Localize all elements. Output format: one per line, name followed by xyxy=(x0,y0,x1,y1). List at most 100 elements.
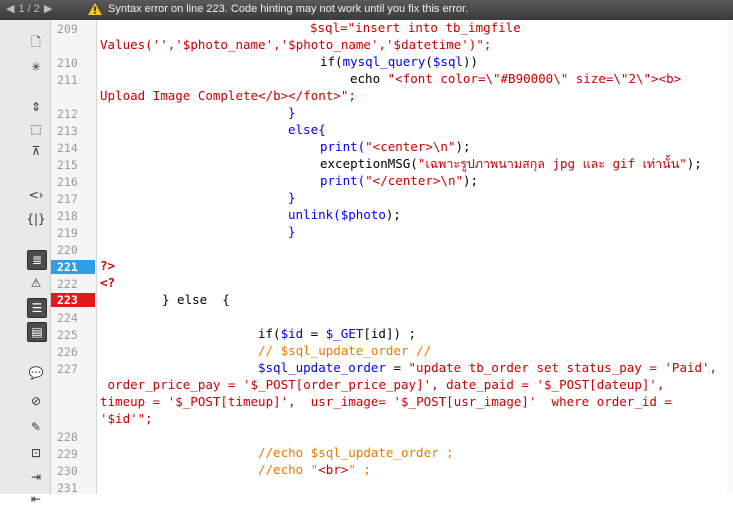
next-arrow-icon[interactable]: ▶ xyxy=(44,3,52,15)
code-token: ); xyxy=(686,156,702,171)
code-token: if( xyxy=(320,54,343,69)
syntax-coloring-icon[interactable]: ☰ xyxy=(27,298,47,318)
code-token: Values('',' xyxy=(100,37,183,52)
code-token: $sql xyxy=(432,54,464,69)
line-number: 215 xyxy=(57,158,78,172)
code-token: [id]) ; xyxy=(363,326,417,341)
page-indicator: 1 / 2 xyxy=(18,3,40,15)
code-token: "update tb_order set status_pay = 'Paid'… xyxy=(408,360,718,375)
prev-arrow-icon[interactable]: ◀ xyxy=(6,3,14,15)
code-token: ',' xyxy=(370,37,394,52)
line-number: 214 xyxy=(57,141,78,155)
outdent-icon[interactable]: ⇤ xyxy=(26,490,46,508)
code-line: unlink($photo); xyxy=(288,207,401,223)
page-nav[interactable]: ◀ 1 / 2 ▶ xyxy=(6,2,56,15)
code-line: //echo $sql_update_order ; xyxy=(258,445,454,461)
code-token: $photo xyxy=(340,207,386,222)
code-token: print( xyxy=(320,173,366,188)
code-token: } xyxy=(288,105,296,120)
code-token: // $sql_update_order // xyxy=(258,343,432,358)
line-number-gutter: 209 210 211 212 213 214 215 216 217 218 … xyxy=(51,20,97,495)
code-token: } else { xyxy=(162,292,230,307)
code-token: $photo_name xyxy=(288,37,371,52)
code-line: print("</center>\n"); xyxy=(320,173,478,189)
code-token: exceptionMSG( xyxy=(320,156,418,171)
code-line: Values('','$photo_name','$photo_name','$… xyxy=(100,37,491,53)
comment-icon[interactable]: 💬 xyxy=(26,364,46,382)
code-token: ',' xyxy=(265,37,289,52)
code-line: } xyxy=(288,224,296,240)
code-line: } xyxy=(288,190,296,206)
open-documents-icon[interactable]: 🗋 xyxy=(26,34,46,52)
code-token: echo xyxy=(350,71,388,86)
line-numbers-icon[interactable]: ≣ xyxy=(27,250,47,270)
wrap-tag-icon[interactable]: <› xyxy=(26,186,46,204)
code-token: ( xyxy=(425,54,433,69)
code-token: $_GET xyxy=(325,326,364,341)
line-number-selected[interactable]: 221 xyxy=(51,260,95,274)
code-token: "</center>\n" xyxy=(365,173,463,188)
code-token: ?> xyxy=(100,258,116,273)
code-token: ); xyxy=(463,173,479,188)
word-wrap-icon[interactable]: ▤ xyxy=(27,322,47,342)
line-number: 218 xyxy=(57,209,78,223)
code-line: $sql="insert into tb_imgfile xyxy=(310,20,521,36)
code-token: <? xyxy=(100,275,116,290)
line-number: 229 xyxy=(57,447,78,461)
code-token: mysql_query xyxy=(342,54,426,69)
code-line: echo "<font color=\"#B90000\" size=\"2\"… xyxy=(350,71,681,87)
code-line: exceptionMSG("เฉพาะรูปภาพนามสกุล jpg และ… xyxy=(320,156,702,172)
code-token: timeup = '$_POST[timeup]', usr_image= '$… xyxy=(100,394,672,409)
indent-icon[interactable]: ⇥ xyxy=(26,468,46,486)
code-token: " ; xyxy=(348,462,371,477)
code-token: "<font color=\"#B90000\" size=\"2\"><b> xyxy=(387,71,682,86)
code-token: = xyxy=(385,360,409,375)
code-token: "<center>\n" xyxy=(365,139,456,154)
line-number: 226 xyxy=(57,345,78,359)
line-number: 231 xyxy=(57,481,78,495)
highlight-invalid-icon[interactable]: ⚠ xyxy=(26,274,46,292)
code-line: else{ xyxy=(288,122,326,138)
remove-comment-icon[interactable]: ⊘ xyxy=(26,392,46,410)
code-token: } xyxy=(288,224,296,239)
edit-tag-icon[interactable]: ✎ xyxy=(26,418,46,436)
warning-icon xyxy=(88,3,102,15)
line-number: 217 xyxy=(57,192,78,206)
line-number: 227 xyxy=(57,362,78,376)
error-message: Syntax error on line 223. Code hinting m… xyxy=(108,3,469,15)
line-number: 220 xyxy=(57,243,78,257)
line-number-error[interactable]: 223 xyxy=(51,293,95,307)
code-line: order_price_pay = '$_POST[order_price_pa… xyxy=(100,377,665,393)
code-token: //echo $sql_update_order ; xyxy=(258,445,454,460)
format-icon[interactable]: ⊡ xyxy=(26,444,46,462)
code-token: $photo_name xyxy=(182,37,266,52)
code-token: Upload Image Complete</b></font>"; xyxy=(100,88,356,103)
coding-toolbar: 🗋 ✳ ⇕ ⬚ ⊼ <› {|} ≣ ⚠ ☰ ▤ 💬 ⊘ ✎ ⊡ ⇥ ⇤ xyxy=(0,20,51,506)
code-token: //echo " xyxy=(258,462,319,477)
code-line: // $sql_update_order // xyxy=(258,343,431,359)
code-token: "เฉพาะรูปภาพนามสกุล jpg และ gif เท่านั้น… xyxy=(417,156,687,171)
line-number: 211 xyxy=(57,73,78,87)
code-line: } xyxy=(288,105,296,121)
code-line: Upload Image Complete</b></font>"; xyxy=(100,88,356,104)
code-token: $sql="insert into tb_imgfile xyxy=(310,20,521,35)
code-token: $id xyxy=(280,326,304,341)
vertical-scrollbar[interactable] xyxy=(727,20,733,494)
line-number: 225 xyxy=(57,328,78,342)
code-line: timeup = '$_POST[timeup]', usr_image= '$… xyxy=(100,394,672,410)
collapse-icon[interactable]: ⊼ xyxy=(26,142,46,160)
syntax-error-bar: ◀ 1 / 2 ▶ Syntax error on line 223. Code h… xyxy=(0,0,733,20)
expand-tag-icon[interactable]: ⇕ xyxy=(26,98,46,116)
code-token: )) xyxy=(463,54,479,69)
asterisk-icon[interactable]: ✳ xyxy=(26,58,46,76)
code-line: if($id = $_GET[id]) ; xyxy=(258,326,416,342)
code-token: else{ xyxy=(288,122,326,137)
code-token: if( xyxy=(258,326,281,341)
balance-braces-icon[interactable]: {|} xyxy=(26,210,46,228)
code-token: $datetime xyxy=(393,37,462,52)
code-token: = xyxy=(303,326,326,341)
code-editor[interactable]: $sql="insert into tb_imgfile Values('','… xyxy=(100,20,733,494)
code-token: print( xyxy=(320,139,366,154)
select-parent-icon[interactable]: ⬚ xyxy=(26,120,46,138)
code-token: } xyxy=(288,190,296,205)
